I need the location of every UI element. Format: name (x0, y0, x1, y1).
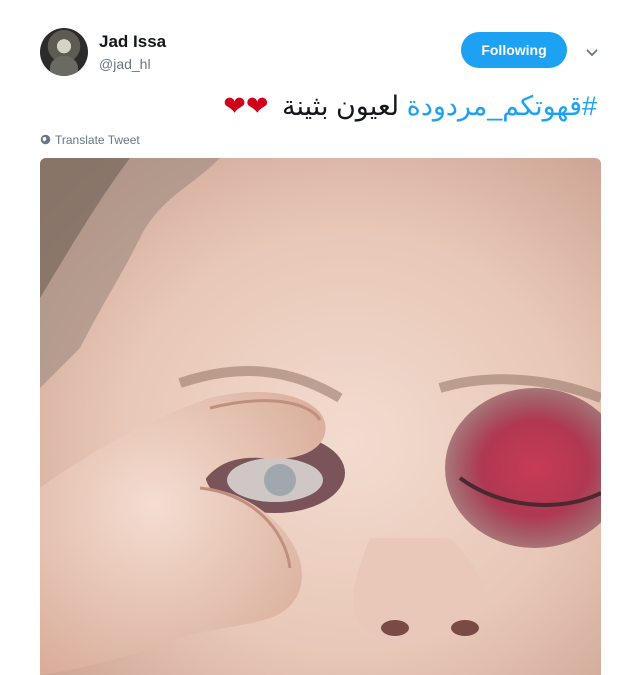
translate-tweet-link[interactable]: Translate Tweet (40, 133, 140, 147)
globe-icon (40, 134, 51, 145)
tweet-header: Jad Issa @jad_hl Following (40, 28, 605, 80)
translate-tweet-label[interactable]: Translate Tweet (55, 133, 140, 147)
tweet-body-text: لعيون بثينة (282, 91, 400, 121)
heart-emoji: ❤❤ (223, 91, 269, 121)
author-info[interactable]: Jad Issa @jad_hl (99, 32, 166, 74)
hashtag-link[interactable]: #قهوتكم_مردودة (407, 91, 597, 121)
following-button[interactable]: Following (461, 32, 567, 68)
author-handle[interactable]: @jad_hl (99, 54, 166, 74)
author-display-name[interactable]: Jad Issa (99, 32, 166, 52)
tweet-text: #قهوتكم_مردودة لعيون بثينة ❤❤ (223, 84, 597, 128)
tweet-photo[interactable] (40, 158, 601, 675)
photo-content (40, 158, 601, 675)
chevron-down-icon[interactable] (583, 43, 601, 61)
avatar[interactable] (40, 28, 88, 76)
